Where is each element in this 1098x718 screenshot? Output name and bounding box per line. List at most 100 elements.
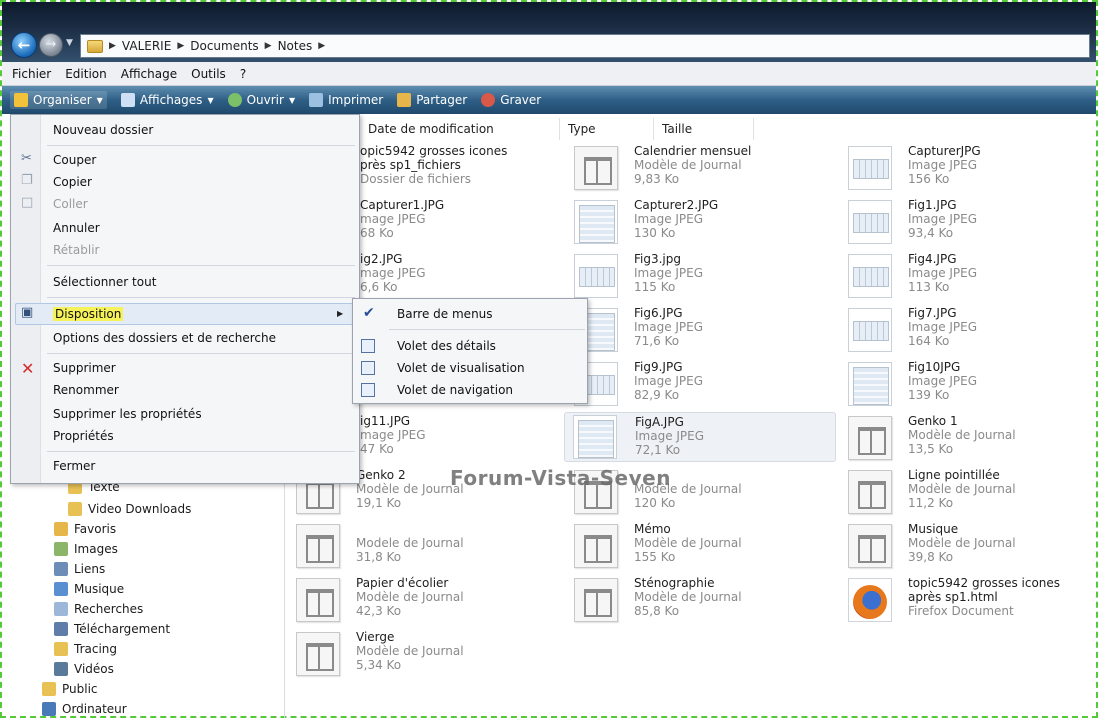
address-bar[interactable]: ▶ VALERIE ▶ Documents ▶ Notes ▶ <box>80 34 1090 58</box>
chevron-right-icon[interactable]: ▶ <box>318 41 325 51</box>
menu-fermer[interactable]: Fermer <box>53 459 95 473</box>
menu-disposition[interactable]: Disposition <box>53 307 124 321</box>
column-size[interactable]: Taille <box>654 118 754 140</box>
nav-item-videos[interactable]: Vidéos <box>54 662 114 676</box>
submenu-volet-visualisation[interactable]: Volet de visualisation <box>397 361 525 375</box>
file-item[interactable]: Papier d'écolier Modèle de Journal 42,3 … <box>296 576 566 628</box>
menu-help[interactable]: ? <box>240 67 246 81</box>
menu-annuler[interactable]: Annuler <box>53 221 100 235</box>
graver-button[interactable]: Graver <box>481 93 541 107</box>
back-button[interactable]: ← <box>11 32 37 58</box>
file-type: Image JPEG <box>908 266 978 280</box>
file-item[interactable]: Fig3.jpg Image JPEG 115 Ko <box>574 252 844 304</box>
file-item[interactable]: Calendrier mensuel Modèle de Journal 9,8… <box>574 144 844 196</box>
menu-proprietes[interactable]: Propriétés <box>53 429 114 443</box>
nav-label: Musique <box>74 582 125 596</box>
imprimer-label: Imprimer <box>328 93 384 107</box>
menu-nouveau-dossier[interactable]: Nouveau dossier <box>53 123 153 137</box>
submenu-volet-navigation[interactable]: Volet de navigation <box>397 383 513 397</box>
scissors-icon: ✂ <box>21 151 32 166</box>
file-type: Image JPEG <box>634 374 704 388</box>
file-item[interactable]: Fig1.JPG Image JPEG 93,4 Ko <box>848 198 1098 250</box>
file-item[interactable]: Mémo Modèle de Journal 155 Ko <box>574 522 844 574</box>
file-item[interactable]: Fig9.JPG Image JPEG 82,9 Ko <box>574 360 844 412</box>
column-header: Date de modification Type Taille <box>360 118 754 140</box>
chevron-right-icon: ▶ <box>177 41 185 51</box>
chevron-right-icon: ▶ <box>264 41 272 51</box>
file-text: ig2.JPG mage JPEG 6,6 Ko <box>360 252 426 294</box>
file-item[interactable]: Vierge Modèle de Journal 5,34 Ko <box>296 630 566 682</box>
partager-button[interactable]: Partager <box>397 93 467 107</box>
recent-pages-icon[interactable]: ▼ <box>66 38 73 48</box>
checkmark-icon: ✔ <box>363 305 375 321</box>
file-name: Fig10JPG <box>908 360 961 374</box>
breadcrumb-documents[interactable]: Documents <box>190 39 258 53</box>
watermark: Forum-Vista-Seven <box>450 466 671 490</box>
file-name: Genko 1 <box>908 414 958 428</box>
file-size: 156 Ko <box>908 172 950 186</box>
nav-item-liens[interactable]: Liens <box>54 562 105 576</box>
nav-item-tracing[interactable]: Tracing <box>54 642 117 656</box>
column-type[interactable]: Type <box>560 118 654 140</box>
file-item[interactable]: CapturerJPG Image JPEG 156 Ko <box>848 144 1098 196</box>
nav-item-musique[interactable]: Musique <box>54 582 124 596</box>
menu-supprimer[interactable]: Supprimer <box>53 361 116 375</box>
nav-label: Liens <box>74 562 106 576</box>
breadcrumb-notes[interactable]: Notes <box>278 39 313 53</box>
file-item[interactable]: Fig4.JPG Image JPEG 113 Ko <box>848 252 1098 304</box>
menu-copier[interactable]: Copier <box>53 175 92 189</box>
ouvrir-button[interactable]: Ouvrir ▼ <box>227 93 295 107</box>
breadcrumb-valerie[interactable]: VALERIE <box>122 39 171 53</box>
nav-item-recherches[interactable]: Recherches <box>54 602 143 616</box>
file-item[interactable]: Fig7.JPG Image JPEG 164 Ko <box>848 306 1098 358</box>
nav-item-favoris[interactable]: Favoris <box>54 522 116 536</box>
chevron-down-icon: ▼ <box>207 95 214 105</box>
organiser-button[interactable]: Organiser ▼ <box>10 91 107 109</box>
file-text: topic5942 grosses icones après sp1.html … <box>908 576 1060 618</box>
file-name: Sténographie <box>634 576 715 590</box>
journal-template-icon <box>574 578 618 622</box>
nav-item-video-downloads[interactable]: Video Downloads <box>68 502 191 516</box>
menu-selectionner-tout[interactable]: Sélectionner tout <box>53 275 156 289</box>
menu-fichier[interactable]: Fichier <box>12 67 51 81</box>
journal-template-icon <box>848 470 892 514</box>
file-text: Genko 1 Modèle de Journal 13,5 Ko <box>908 414 1016 456</box>
nav-item-telechargement[interactable]: Téléchargement <box>54 622 170 636</box>
file-type: Image JPEG <box>635 429 705 443</box>
imprimer-button[interactable]: Imprimer <box>309 93 383 107</box>
menu-edition[interactable]: Edition <box>65 67 107 81</box>
file-item-selected[interactable]: FigA.JPG Image JPEG 72,1 Ko <box>564 412 836 462</box>
column-date[interactable]: Date de modification <box>360 118 560 140</box>
submenu-volet-details[interactable]: Volet des détails <box>397 339 496 353</box>
menu-coller[interactable]: Coller <box>53 197 88 211</box>
menu-couper[interactable]: Couper <box>53 153 96 167</box>
menu-outils[interactable]: Outils <box>191 67 226 81</box>
file-item[interactable]: Modele de Journal 31,8 Ko <box>296 522 566 574</box>
menu-supprimer-proprietes[interactable]: Supprimer les propriétés <box>53 407 202 421</box>
file-item[interactable]: Fig10JPG Image JPEG 139 Ko <box>848 360 1098 412</box>
file-size: 72,1 Ko <box>635 443 681 457</box>
nav-item-public[interactable]: Public <box>42 682 98 696</box>
file-item[interactable]: Musique Modèle de Journal 39,8 Ko <box>848 522 1098 574</box>
file-item[interactable]: Capturer2.JPG Image JPEG 130 Ko <box>574 198 844 250</box>
share-icon <box>397 93 412 107</box>
music-icon <box>54 582 68 596</box>
file-item[interactable]: Ligne pointillée Modèle de Journal 11,2 … <box>848 468 1098 520</box>
menu-affichage[interactable]: Affichage <box>121 67 177 81</box>
file-item[interactable]: Fig6.JPG Image JPEG 71,6 Ko <box>574 306 844 358</box>
chevron-down-icon: ▼ <box>96 95 103 105</box>
submenu-barre-menus[interactable]: Barre de menus <box>397 307 493 321</box>
menu-renommer[interactable]: Renommer <box>53 383 119 397</box>
menu-retablir[interactable]: Rétablir <box>53 243 99 257</box>
file-item[interactable]: topic5942 grosses icones après sp1.html … <box>848 576 1088 628</box>
file-item[interactable]: Sténographie Modèle de Journal 85,8 Ko <box>574 576 844 628</box>
nav-item-images[interactable]: Images <box>54 542 118 556</box>
file-item[interactable]: Genko 1 Modèle de Journal 13,5 Ko <box>848 414 1098 466</box>
menu-separator <box>47 145 355 146</box>
menu-options[interactable]: Options des dossiers et de recherche <box>53 331 276 345</box>
nav-label: Video Downloads <box>88 502 192 516</box>
firefox-icon <box>848 578 892 622</box>
nav-item-ordinateur[interactable]: Ordinateur <box>42 702 127 716</box>
affichages-button[interactable]: Affichages ▼ <box>120 93 214 107</box>
forward-button[interactable]: → <box>39 33 63 57</box>
